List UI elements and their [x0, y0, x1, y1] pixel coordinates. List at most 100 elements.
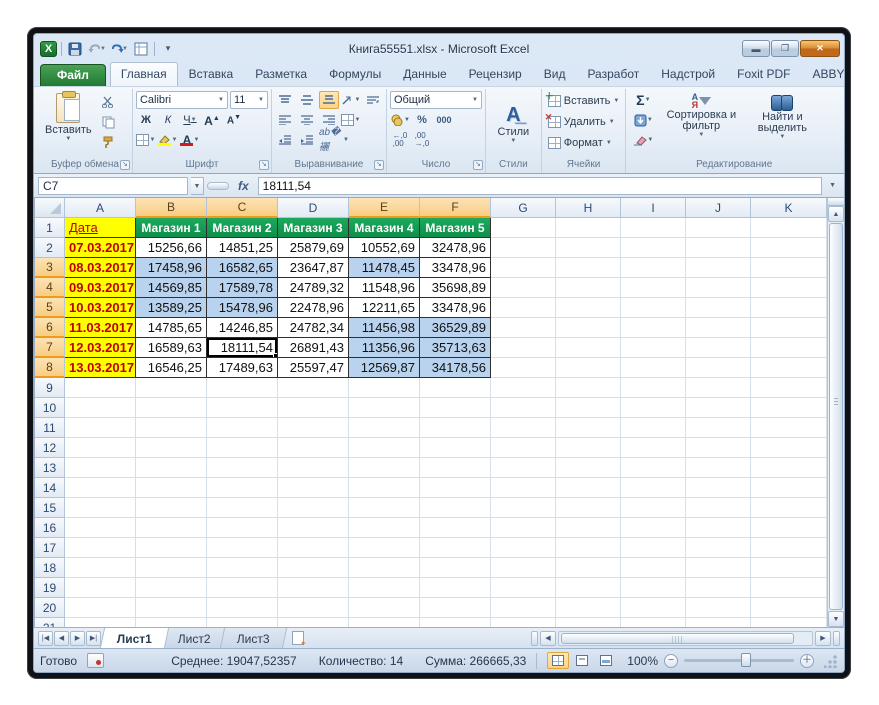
row-header-17[interactable]: 17	[35, 538, 65, 558]
cell-F2[interactable]: 32478,96	[420, 238, 491, 258]
cell-C10[interactable]	[207, 398, 278, 418]
cell-C3[interactable]: 16582,65	[207, 258, 278, 278]
cell-A16[interactable]	[65, 518, 136, 538]
cell-D15[interactable]	[278, 498, 349, 518]
vertical-scroll-thumb[interactable]	[829, 223, 843, 610]
cell-C15[interactable]	[207, 498, 278, 518]
column-header-J[interactable]: J	[686, 198, 751, 218]
tab-3[interactable]: Разметка	[244, 62, 318, 86]
cell-F3[interactable]: 33478,96	[420, 258, 491, 278]
cell-K15[interactable]	[751, 498, 827, 518]
cell-D6[interactable]: 24782,34	[278, 318, 349, 338]
row-header-19[interactable]: 19	[35, 578, 65, 598]
row-header-7[interactable]: 7	[35, 338, 65, 358]
name-box[interactable]	[38, 177, 188, 195]
first-sheet-button[interactable]: |◀	[38, 631, 53, 646]
cell-B13[interactable]	[136, 458, 207, 478]
formula-input[interactable]	[258, 177, 822, 195]
autosum-button[interactable]: Σ▼	[629, 91, 657, 109]
zoom-slider-thumb[interactable]	[741, 653, 751, 667]
cell-B21[interactable]	[136, 618, 207, 627]
cell-J3[interactable]	[686, 258, 751, 278]
prev-sheet-button[interactable]: ◀	[54, 631, 69, 646]
zoom-out-button[interactable]: −	[664, 654, 678, 668]
cell-A11[interactable]	[65, 418, 136, 438]
cell-K21[interactable]	[751, 618, 827, 627]
cell-G21[interactable]	[491, 618, 556, 627]
cell-F17[interactable]	[420, 538, 491, 558]
horizontal-split-handle[interactable]	[833, 631, 840, 646]
cell-D8[interactable]: 25597,47	[278, 358, 349, 378]
zoom-in-button[interactable]: ＋	[800, 654, 814, 668]
row-header-5[interactable]: 5	[35, 298, 65, 318]
cell-D12[interactable]	[278, 438, 349, 458]
cell-G15[interactable]	[491, 498, 556, 518]
page-break-view-button[interactable]	[595, 652, 617, 669]
cell-B1[interactable]: Магазин 1	[136, 218, 207, 238]
cell-I20[interactable]	[621, 598, 686, 618]
cell-I5[interactable]	[621, 298, 686, 318]
cell-H11[interactable]	[556, 418, 621, 438]
tab-11[interactable]: ABBYY PDF	[801, 62, 845, 86]
tab-5[interactable]: Данные	[392, 62, 457, 86]
clear-button[interactable]: ▼	[629, 131, 657, 149]
align-middle-button[interactable]	[297, 91, 317, 109]
row-header-8[interactable]: 8	[35, 358, 65, 378]
cell-I6[interactable]	[621, 318, 686, 338]
cell-F6[interactable]: 36529,89	[420, 318, 491, 338]
cell-K13[interactable]	[751, 458, 827, 478]
cell-A20[interactable]	[65, 598, 136, 618]
shrink-font-button[interactable]: А▼	[224, 111, 244, 129]
cell-J1[interactable]	[686, 218, 751, 238]
tab-10[interactable]: Foxit PDF	[726, 62, 801, 86]
cell-I19[interactable]	[621, 578, 686, 598]
cell-I7[interactable]	[621, 338, 686, 358]
cell-E4[interactable]: 11548,96	[349, 278, 420, 298]
cell-E21[interactable]	[349, 618, 420, 627]
format-painter-button[interactable]	[99, 133, 119, 151]
horizontal-scroll-thumb[interactable]	[561, 633, 794, 644]
cell-H1[interactable]	[556, 218, 621, 238]
cell-E12[interactable]	[349, 438, 420, 458]
cell-J9[interactable]	[686, 378, 751, 398]
cell-H13[interactable]	[556, 458, 621, 478]
cell-A17[interactable]	[65, 538, 136, 558]
cell-G17[interactable]	[491, 538, 556, 558]
cell-A3[interactable]: 08.03.2017	[65, 258, 136, 278]
row-header-14[interactable]: 14	[35, 478, 65, 498]
cell-A15[interactable]	[65, 498, 136, 518]
row-header-2[interactable]: 2	[35, 238, 65, 258]
cell-C13[interactable]	[207, 458, 278, 478]
cell-H9[interactable]	[556, 378, 621, 398]
column-header-D[interactable]: D	[278, 198, 349, 218]
close-button[interactable]: ✕	[800, 40, 840, 57]
cell-K3[interactable]	[751, 258, 827, 278]
italic-button[interactable]: К	[158, 111, 178, 129]
scroll-right-button[interactable]: ▶	[815, 631, 831, 646]
zoom-slider-track[interactable]	[684, 659, 794, 662]
cell-H4[interactable]	[556, 278, 621, 298]
cell-K7[interactable]	[751, 338, 827, 358]
cell-C9[interactable]	[207, 378, 278, 398]
cell-B14[interactable]	[136, 478, 207, 498]
row-header-4[interactable]: 4	[35, 278, 65, 298]
cell-E10[interactable]	[349, 398, 420, 418]
row-header-9[interactable]: 9	[35, 378, 65, 398]
vertical-scrollbar[interactable]: ▲ ▼	[827, 198, 844, 627]
cell-C11[interactable]	[207, 418, 278, 438]
cell-K17[interactable]	[751, 538, 827, 558]
column-header-B[interactable]: B	[136, 198, 207, 218]
cell-G1[interactable]	[491, 218, 556, 238]
cell-D11[interactable]	[278, 418, 349, 438]
cell-E5[interactable]: 12211,65	[349, 298, 420, 318]
row-header-15[interactable]: 15	[35, 498, 65, 518]
grow-font-button[interactable]: А▲	[202, 111, 222, 129]
cell-B16[interactable]	[136, 518, 207, 538]
cell-E3[interactable]: 11478,45	[349, 258, 420, 278]
cell-A18[interactable]	[65, 558, 136, 578]
cell-H8[interactable]	[556, 358, 621, 378]
cell-H18[interactable]	[556, 558, 621, 578]
cell-F19[interactable]	[420, 578, 491, 598]
cell-I17[interactable]	[621, 538, 686, 558]
comma-style-button[interactable]: 000	[434, 111, 454, 129]
